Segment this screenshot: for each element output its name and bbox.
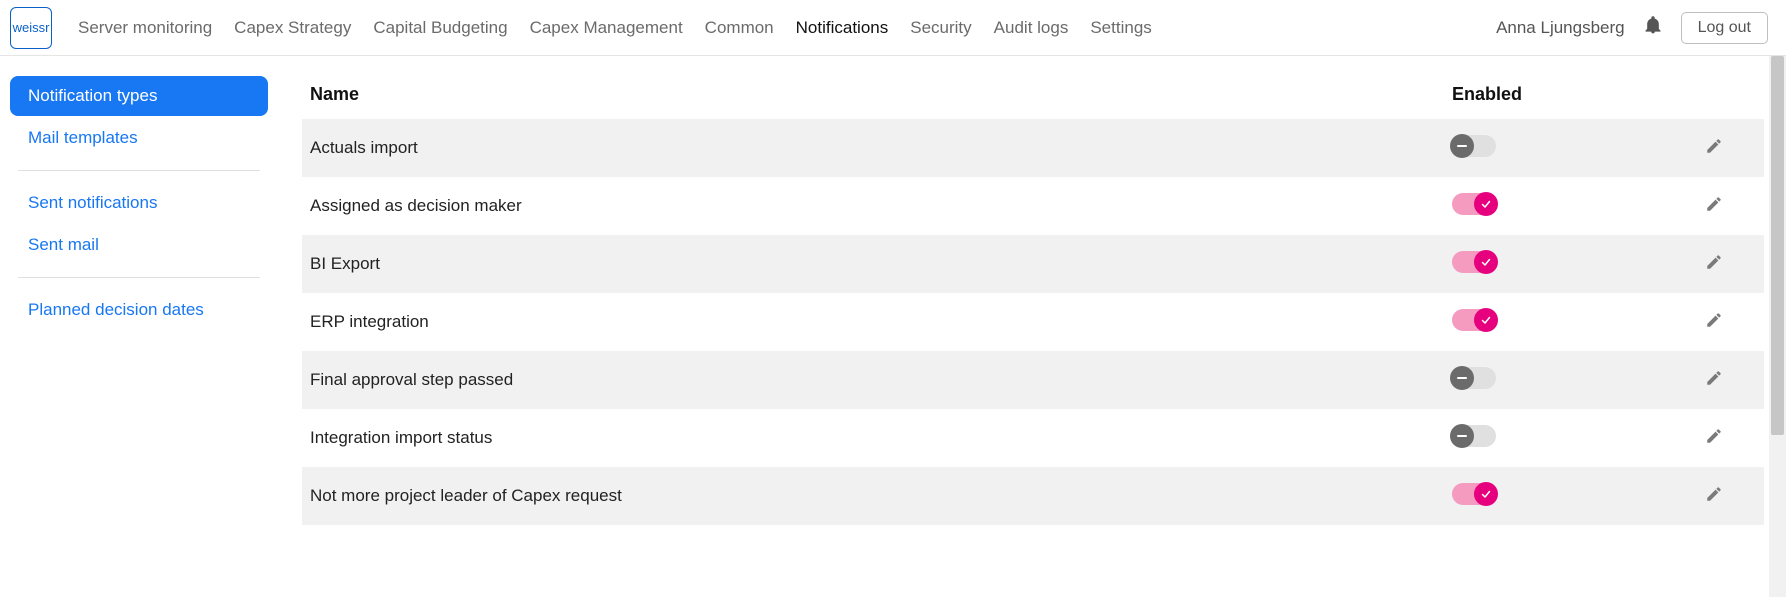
table-body: Actuals importAssigned as decision maker… <box>302 119 1764 525</box>
row-name: Not more project leader of Capex request <box>302 467 1444 525</box>
topbar: weissr Server monitoring Capex Strategy Ca… <box>0 0 1786 56</box>
row-edit-cell <box>1664 235 1764 293</box>
check-icon <box>1474 250 1498 274</box>
row-edit-cell <box>1664 467 1764 525</box>
bell-icon[interactable] <box>1643 15 1663 41</box>
username: Anna Ljungsberg <box>1496 18 1625 38</box>
enabled-toggle[interactable] <box>1452 135 1496 157</box>
check-icon <box>1474 192 1498 216</box>
row-edit-cell <box>1664 119 1764 177</box>
logout-button[interactable]: Log out <box>1681 12 1768 44</box>
sidebar-divider <box>18 170 260 171</box>
nav-item-security[interactable]: Security <box>910 18 971 38</box>
table-row: BI Export <box>302 235 1764 293</box>
row-name: Final approval step passed <box>302 351 1444 409</box>
enabled-toggle[interactable] <box>1452 483 1496 505</box>
enabled-toggle[interactable] <box>1452 251 1496 273</box>
top-nav: Server monitoring Capex Strategy Capital B… <box>78 18 1488 38</box>
table-row: Integration import status <box>302 409 1764 467</box>
table-row: Actuals import <box>302 119 1764 177</box>
pencil-icon[interactable] <box>1705 485 1723 503</box>
enabled-toggle[interactable] <box>1452 193 1496 215</box>
sidebar-item-mail-templates[interactable]: Mail templates <box>10 118 268 158</box>
nav-item-common[interactable]: Common <box>705 18 774 38</box>
pencil-icon[interactable] <box>1705 195 1723 213</box>
scrollbar[interactable] <box>1769 56 1786 597</box>
user-area: Anna Ljungsberg Log out <box>1496 12 1768 44</box>
pencil-icon[interactable] <box>1705 369 1723 387</box>
row-name: Integration import status <box>302 409 1444 467</box>
row-enabled-cell <box>1444 351 1664 409</box>
row-edit-cell <box>1664 409 1764 467</box>
row-enabled-cell <box>1444 293 1664 351</box>
column-header-name: Name <box>302 74 1444 119</box>
column-header-enabled: Enabled <box>1444 74 1664 119</box>
enabled-toggle[interactable] <box>1452 309 1496 331</box>
sidebar-item-sent-mail[interactable]: Sent mail <box>10 225 268 265</box>
enabled-toggle[interactable] <box>1452 425 1496 447</box>
row-enabled-cell <box>1444 177 1664 235</box>
table-row: Not more project leader of Capex request <box>302 467 1764 525</box>
sidebar-item-sent-notifications[interactable]: Sent notifications <box>10 183 268 223</box>
column-header-edit <box>1664 74 1764 119</box>
row-edit-cell <box>1664 351 1764 409</box>
row-edit-cell <box>1664 293 1764 351</box>
check-icon <box>1474 308 1498 332</box>
sidebar-item-planned-decision-dates[interactable]: Planned decision dates <box>10 290 268 330</box>
notification-types-table: Name Enabled Actuals importAssigned as d… <box>302 74 1764 525</box>
nav-item-notifications[interactable]: Notifications <box>796 18 889 38</box>
nav-item-capex-strategy[interactable]: Capex Strategy <box>234 18 351 38</box>
pencil-icon[interactable] <box>1705 137 1723 155</box>
row-name: BI Export <box>302 235 1444 293</box>
row-name: Assigned as decision maker <box>302 177 1444 235</box>
nav-item-settings[interactable]: Settings <box>1090 18 1151 38</box>
enabled-toggle[interactable] <box>1452 367 1496 389</box>
sidebar: Notification typesMail templates Sent not… <box>0 56 278 525</box>
nav-item-capital-budgeting[interactable]: Capital Budgeting <box>373 18 507 38</box>
table-row: Final approval step passed <box>302 351 1764 409</box>
table-row: Assigned as decision maker <box>302 177 1764 235</box>
logo[interactable]: weissr <box>10 7 52 49</box>
table-row: ERP integration <box>302 293 1764 351</box>
scrollbar-thumb[interactable] <box>1771 56 1784 435</box>
row-name: ERP integration <box>302 293 1444 351</box>
minus-icon <box>1450 424 1474 448</box>
sidebar-item-notification-types[interactable]: Notification types <box>10 76 268 116</box>
minus-icon <box>1450 366 1474 390</box>
nav-item-server-monitoring[interactable]: Server monitoring <box>78 18 212 38</box>
pencil-icon[interactable] <box>1705 253 1723 271</box>
sidebar-divider <box>18 277 260 278</box>
minus-icon <box>1450 134 1474 158</box>
pencil-icon[interactable] <box>1705 427 1723 445</box>
row-name: Actuals import <box>302 119 1444 177</box>
row-enabled-cell <box>1444 409 1664 467</box>
row-enabled-cell <box>1444 467 1664 525</box>
row-enabled-cell <box>1444 235 1664 293</box>
nav-item-audit-logs[interactable]: Audit logs <box>994 18 1069 38</box>
pencil-icon[interactable] <box>1705 311 1723 329</box>
nav-item-capex-management[interactable]: Capex Management <box>530 18 683 38</box>
main-content: Name Enabled Actuals importAssigned as d… <box>278 56 1786 525</box>
row-edit-cell <box>1664 177 1764 235</box>
check-icon <box>1474 482 1498 506</box>
row-enabled-cell <box>1444 119 1664 177</box>
